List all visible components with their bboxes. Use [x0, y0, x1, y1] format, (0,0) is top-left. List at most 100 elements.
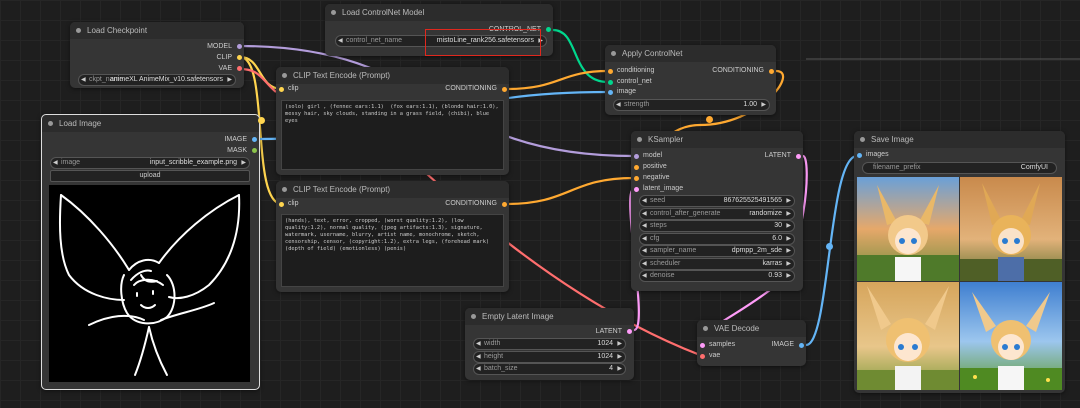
node-save-image[interactable]: Save Image images filename_prefix ComfyU…	[854, 131, 1065, 393]
upload-button[interactable]: upload	[50, 170, 250, 182]
input-negative-slot[interactable]	[634, 176, 639, 181]
output-conditioning-slot[interactable]	[502, 87, 507, 92]
input-controlnet-slot[interactable]	[608, 80, 613, 85]
node-title[interactable]: CLIP Text Encode (Prompt)	[276, 67, 509, 84]
prompt-textarea[interactable]: (solo) girl , (fennec ears:1.1) (fox ear…	[281, 100, 504, 170]
widget-scheduler[interactable]: ◀ scheduler karras ▶	[639, 257, 795, 270]
collapse-dot-icon[interactable]	[637, 137, 642, 142]
node-title[interactable]: Load Checkpoint	[70, 22, 244, 39]
arrow-left-icon[interactable]: ◀	[53, 158, 58, 168]
reroute-dot[interactable]	[258, 117, 265, 124]
output-latent-slot[interactable]	[627, 329, 632, 334]
arrow-right-icon[interactable]: ▶	[786, 271, 791, 281]
arrow-left-icon[interactable]: ◀	[81, 75, 86, 85]
node-load-controlnet[interactable]: Load ControlNet Model CONTROL_NET ◀ cont…	[325, 4, 553, 56]
arrow-left-icon[interactable]: ◀	[476, 364, 481, 374]
input-latent-slot[interactable]	[634, 187, 639, 192]
output-conditioning-slot[interactable]	[769, 69, 774, 74]
arrow-right-icon[interactable]: ▶	[227, 75, 232, 85]
input-samples-slot[interactable]	[700, 343, 705, 348]
widget-steps[interactable]: ◀ steps 30 ▶	[639, 220, 795, 232]
collapse-dot-icon[interactable]	[471, 314, 476, 319]
widget-sampler-name[interactable]: ◀ sampler_name dpmpp_2m_sde ▶	[639, 245, 795, 257]
arrow-left-icon[interactable]: ◀	[642, 246, 647, 256]
input-image-slot[interactable]	[608, 90, 613, 95]
arrow-right-icon[interactable]: ▶	[786, 209, 791, 219]
widget-control-after-generate[interactable]: ◀ control_after_generate randomize ▶	[639, 207, 795, 220]
collapse-dot-icon[interactable]	[76, 28, 81, 33]
arrow-right-icon[interactable]: ▶	[786, 196, 791, 206]
output-image-slot[interactable]	[799, 343, 804, 348]
arrow-right-icon[interactable]: ▶	[617, 339, 622, 349]
output-clip-slot[interactable]	[237, 55, 242, 60]
arrow-right-icon[interactable]: ▶	[761, 100, 766, 110]
input-vae-slot[interactable]	[700, 354, 705, 359]
node-title[interactable]: KSampler	[631, 131, 803, 148]
node-empty-latent-image[interactable]: Empty Latent Image LATENT ◀ width 1024 ▶ ◀ he…	[465, 308, 634, 380]
output-model-slot[interactable]	[237, 44, 242, 49]
filename-prefix-input[interactable]: filename_prefix ComfyUI	[862, 162, 1057, 174]
collapse-dot-icon[interactable]	[48, 121, 53, 126]
widget-cfg[interactable]: ◀ cfg 6.0 ▶	[639, 232, 795, 245]
arrow-left-icon[interactable]: ◀	[476, 352, 481, 362]
arrow-left-icon[interactable]: ◀	[642, 234, 647, 244]
arrow-right-icon[interactable]: ▶	[786, 246, 791, 256]
prompt-textarea[interactable]: (hands), text, error, cropped, (worst qu…	[281, 214, 504, 287]
node-title[interactable]: Apply ControlNet	[605, 45, 776, 62]
arrow-right-icon[interactable]: ▶	[786, 221, 791, 231]
input-clip-slot[interactable]	[279, 87, 284, 92]
node-load-checkpoint[interactable]: Load Checkpoint MODEL CLIP VAE ◀ ckpt_na…	[70, 22, 244, 88]
output-mask-slot[interactable]	[252, 148, 257, 153]
arrow-left-icon[interactable]: ◀	[642, 259, 647, 269]
widget-batch-size[interactable]: ◀ batch_size 4 ▶	[473, 363, 626, 375]
input-images-slot[interactable]	[857, 153, 862, 158]
arrow-right-icon[interactable]: ▶	[617, 352, 622, 362]
result-image-3[interactable]	[857, 282, 959, 390]
result-image-2[interactable]	[960, 177, 1062, 281]
node-title[interactable]: Empty Latent Image	[465, 308, 634, 325]
reroute-dot[interactable]	[826, 243, 833, 250]
node-title[interactable]: VAE Decode	[697, 320, 806, 337]
arrow-right-icon[interactable]: ▶	[786, 234, 791, 244]
collapse-dot-icon[interactable]	[611, 51, 616, 56]
result-image-1[interactable]	[857, 177, 959, 281]
input-model-slot[interactable]	[634, 154, 639, 159]
output-conditioning-slot[interactable]	[502, 202, 507, 207]
widget-seed[interactable]: ◀ seed 867625525491565 ▶	[639, 195, 795, 207]
arrow-left-icon[interactable]: ◀	[642, 209, 647, 219]
node-clip-text-encode-negative[interactable]: CLIP Text Encode (Prompt) clip CONDITION…	[276, 181, 509, 292]
arrow-left-icon[interactable]: ◀	[642, 221, 647, 231]
collapse-dot-icon[interactable]	[282, 73, 287, 78]
widget-denoise[interactable]: ◀ denoise 0.93 ▶	[639, 270, 795, 282]
node-title[interactable]: Load Image	[42, 115, 259, 132]
collapse-dot-icon[interactable]	[331, 10, 336, 15]
arrow-left-icon[interactable]: ◀	[642, 271, 647, 281]
arrow-left-icon[interactable]: ◀	[642, 196, 647, 206]
collapse-dot-icon[interactable]	[860, 137, 865, 142]
input-positive-slot[interactable]	[634, 165, 639, 170]
collapse-dot-icon[interactable]	[282, 187, 287, 192]
node-title[interactable]: CLIP Text Encode (Prompt)	[276, 181, 509, 198]
arrow-left-icon[interactable]: ◀	[616, 100, 621, 110]
widget-height[interactable]: ◀ height 1024 ▶	[473, 350, 626, 363]
node-vae-decode[interactable]: VAE Decode samples IMAGE vae	[697, 320, 806, 366]
arrow-left-icon[interactable]: ◀	[338, 36, 343, 46]
output-vae-slot[interactable]	[237, 66, 242, 71]
collapse-dot-icon[interactable]	[703, 326, 708, 331]
arrow-right-icon[interactable]: ▶	[786, 259, 791, 269]
node-load-image[interactable]: Load Image IMAGE MASK ◀ image input_scri…	[41, 114, 260, 390]
node-apply-controlnet[interactable]: Apply ControlNet conditioning CONDITIONI…	[605, 45, 776, 115]
node-title[interactable]: Load ControlNet Model	[325, 4, 553, 21]
node-ksampler[interactable]: KSampler model LATENT positive negative …	[631, 131, 803, 291]
arrow-right-icon[interactable]: ▶	[617, 364, 622, 374]
result-image-4[interactable]	[960, 282, 1062, 390]
arrow-right-icon[interactable]: ▶	[241, 158, 246, 168]
arrow-left-icon[interactable]: ◀	[476, 339, 481, 349]
output-image-slot[interactable]	[252, 137, 257, 142]
image-combo[interactable]: ◀ image input_scribble_example.png ▶	[50, 157, 250, 169]
strength-slider[interactable]: ◀ strength 1.00 ▶	[613, 99, 770, 111]
input-conditioning-slot[interactable]	[608, 69, 613, 74]
node-clip-text-encode-positive[interactable]: CLIP Text Encode (Prompt) clip CONDITION…	[276, 67, 509, 175]
widget-width[interactable]: ◀ width 1024 ▶	[473, 338, 626, 350]
node-title[interactable]: Save Image	[854, 131, 1065, 148]
